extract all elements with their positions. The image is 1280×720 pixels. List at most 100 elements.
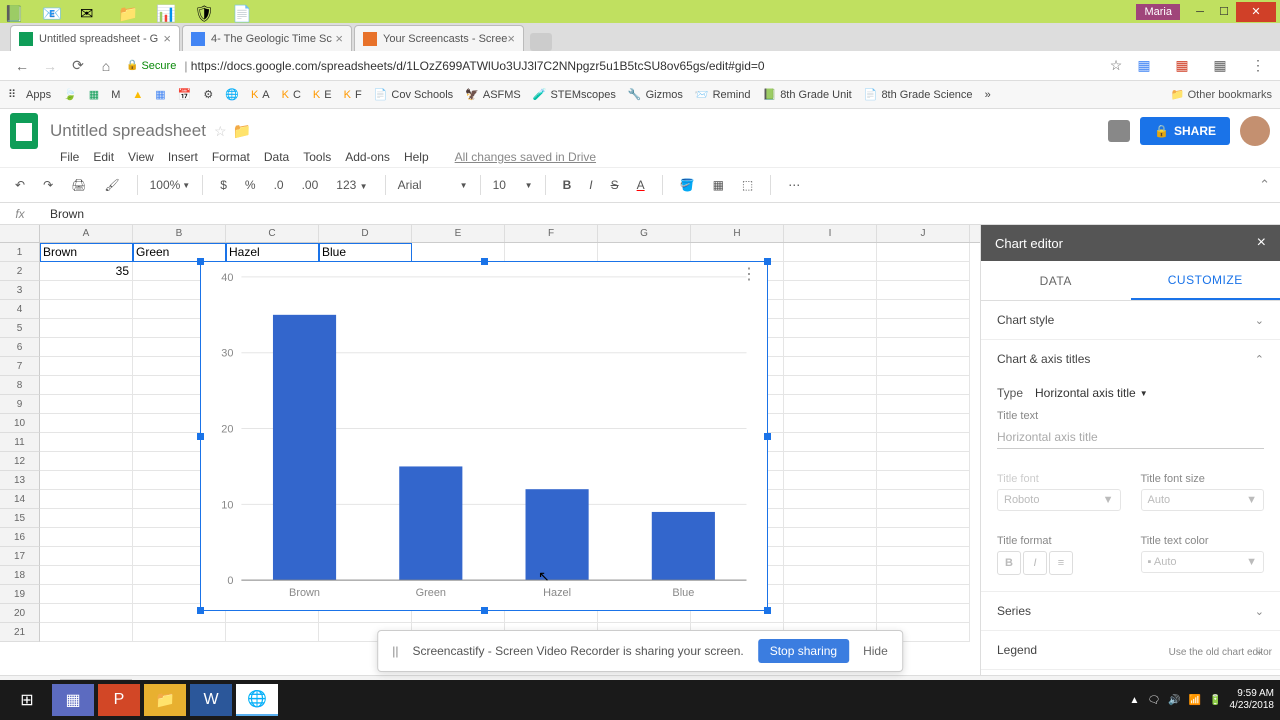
address-bar[interactable]: 🔒Secure | https://docs.google.com/spread… bbox=[120, 59, 1102, 73]
col-header[interactable]: D bbox=[319, 225, 412, 242]
folder-icon[interactable]: 📁 bbox=[233, 122, 252, 140]
other-bookmarks[interactable]: 📁 Other bookmarks bbox=[1171, 88, 1272, 101]
font-select[interactable]: Arial ▼ bbox=[398, 178, 468, 192]
avatar[interactable] bbox=[1240, 116, 1270, 146]
col-header[interactable]: B bbox=[133, 225, 226, 242]
cell[interactable] bbox=[877, 547, 970, 566]
ext-icon[interactable]: ▦ bbox=[1135, 57, 1153, 75]
taskbar-app[interactable]: 📁 bbox=[144, 684, 186, 716]
menu-icon[interactable]: ⋮ bbox=[1249, 57, 1267, 75]
text-color-button[interactable]: A bbox=[632, 175, 650, 195]
spreadsheet-grid[interactable]: A B C D E F G H I J 1BrownGreenHazelBlue… bbox=[0, 225, 980, 675]
doc-title[interactable]: Untitled spreadsheet bbox=[50, 121, 206, 141]
borders-button[interactable]: ▦ bbox=[708, 175, 729, 195]
row-header[interactable]: 12 bbox=[0, 452, 40, 471]
cell[interactable] bbox=[784, 566, 877, 585]
col-header[interactable]: A bbox=[40, 225, 133, 242]
cell[interactable] bbox=[40, 547, 133, 566]
start-button[interactable]: ⊞ bbox=[6, 684, 48, 716]
redo-icon[interactable]: ↷ bbox=[38, 175, 58, 195]
row-header[interactable]: 16 bbox=[0, 528, 40, 547]
resize-handle[interactable] bbox=[481, 258, 488, 265]
font-size-select[interactable]: 10 ▼ bbox=[493, 178, 533, 192]
home-icon[interactable]: ⌂ bbox=[97, 57, 115, 75]
ext-icon[interactable]: ▦ bbox=[1211, 57, 1229, 75]
row-header[interactable]: 10 bbox=[0, 414, 40, 433]
menu-view[interactable]: View bbox=[128, 150, 154, 164]
star-icon[interactable]: ☆ bbox=[1107, 57, 1125, 75]
cell[interactable]: 35 bbox=[40, 262, 133, 281]
resize-handle[interactable] bbox=[197, 607, 204, 614]
bookmark-item[interactable]: ▦ bbox=[89, 88, 99, 101]
comments-icon[interactable] bbox=[1108, 120, 1130, 142]
cell[interactable] bbox=[877, 490, 970, 509]
cell[interactable] bbox=[877, 433, 970, 452]
cell[interactable] bbox=[784, 262, 877, 281]
cell[interactable] bbox=[877, 395, 970, 414]
paint-icon[interactable]: 🖌 bbox=[99, 175, 124, 195]
cell[interactable] bbox=[40, 338, 133, 357]
col-header[interactable]: E bbox=[412, 225, 505, 242]
tab-data[interactable]: DATA bbox=[981, 261, 1131, 300]
select-all-corner[interactable] bbox=[0, 225, 40, 242]
resize-handle[interactable] bbox=[197, 433, 204, 440]
cell[interactable] bbox=[784, 300, 877, 319]
cell[interactable] bbox=[784, 528, 877, 547]
section-chart-axis-titles[interactable]: Chart & axis titles⌃ bbox=[981, 340, 1280, 378]
cell[interactable] bbox=[784, 452, 877, 471]
row-header[interactable]: 11 bbox=[0, 433, 40, 452]
bookmark-item[interactable]: 📗 8th Grade Unit bbox=[762, 88, 851, 101]
browser-tab[interactable]: Your Screencasts - Scree × bbox=[354, 25, 524, 51]
cell[interactable] bbox=[40, 509, 133, 528]
row-header[interactable]: 6 bbox=[0, 338, 40, 357]
chart-object[interactable]: ⋮ 010203040BrownGreenHazelBlue bbox=[200, 261, 768, 611]
col-header[interactable]: G bbox=[598, 225, 691, 242]
row-header[interactable]: 9 bbox=[0, 395, 40, 414]
close-icon[interactable]: × bbox=[507, 31, 515, 46]
bookmark-item[interactable]: 🦅 ASFMS bbox=[465, 88, 521, 101]
cell[interactable] bbox=[40, 490, 133, 509]
cell[interactable] bbox=[784, 319, 877, 338]
cell[interactable] bbox=[40, 300, 133, 319]
cell[interactable] bbox=[40, 604, 133, 623]
more-bookmarks[interactable]: » bbox=[985, 89, 991, 101]
close-icon[interactable]: × bbox=[335, 31, 343, 46]
star-icon[interactable]: ☆ bbox=[214, 123, 227, 140]
cell[interactable] bbox=[226, 623, 319, 642]
chart-menu-icon[interactable]: ⋮ bbox=[741, 270, 757, 280]
close-icon[interactable]: × bbox=[1257, 234, 1266, 252]
cell[interactable] bbox=[40, 395, 133, 414]
print-icon[interactable]: 🖨 bbox=[66, 175, 91, 195]
percent-button[interactable]: % bbox=[240, 175, 261, 195]
fill-color-button[interactable]: 🪣 bbox=[675, 175, 700, 195]
cell[interactable] bbox=[784, 604, 877, 623]
bookmark-item[interactable]: 📄 8th Grade Science bbox=[864, 88, 973, 101]
cell[interactable] bbox=[784, 433, 877, 452]
cell[interactable] bbox=[598, 243, 691, 262]
bookmark-item[interactable]: M bbox=[111, 89, 120, 101]
bold-button[interactable]: B bbox=[558, 175, 577, 195]
col-header[interactable]: F bbox=[505, 225, 598, 242]
row-header[interactable]: 8 bbox=[0, 376, 40, 395]
row-header[interactable]: 1 bbox=[0, 243, 40, 262]
bookmark-item[interactable]: ▲ bbox=[132, 89, 143, 101]
cell[interactable]: Green bbox=[133, 243, 226, 262]
col-header[interactable]: C bbox=[226, 225, 319, 242]
cell[interactable] bbox=[784, 338, 877, 357]
tray-icon[interactable]: 🗨 bbox=[1147, 695, 1160, 706]
section-series[interactable]: Series⌄ bbox=[981, 591, 1280, 631]
old-editor-link[interactable]: Use the old chart editor bbox=[1169, 647, 1272, 658]
cell[interactable] bbox=[877, 509, 970, 528]
tray-icon[interactable]: 🔊 bbox=[1168, 695, 1180, 706]
dec-less-button[interactable]: .0 bbox=[269, 175, 289, 195]
cell[interactable] bbox=[784, 471, 877, 490]
row-header[interactable]: 3 bbox=[0, 281, 40, 300]
cell[interactable] bbox=[40, 471, 133, 490]
row-header[interactable]: 18 bbox=[0, 566, 40, 585]
cell[interactable] bbox=[40, 566, 133, 585]
menu-format[interactable]: Format bbox=[212, 150, 250, 164]
cell[interactable] bbox=[40, 433, 133, 452]
cell[interactable] bbox=[40, 623, 133, 642]
row-header[interactable]: 17 bbox=[0, 547, 40, 566]
system-clock[interactable]: 9:59 AM 4/23/2018 bbox=[1230, 688, 1275, 712]
